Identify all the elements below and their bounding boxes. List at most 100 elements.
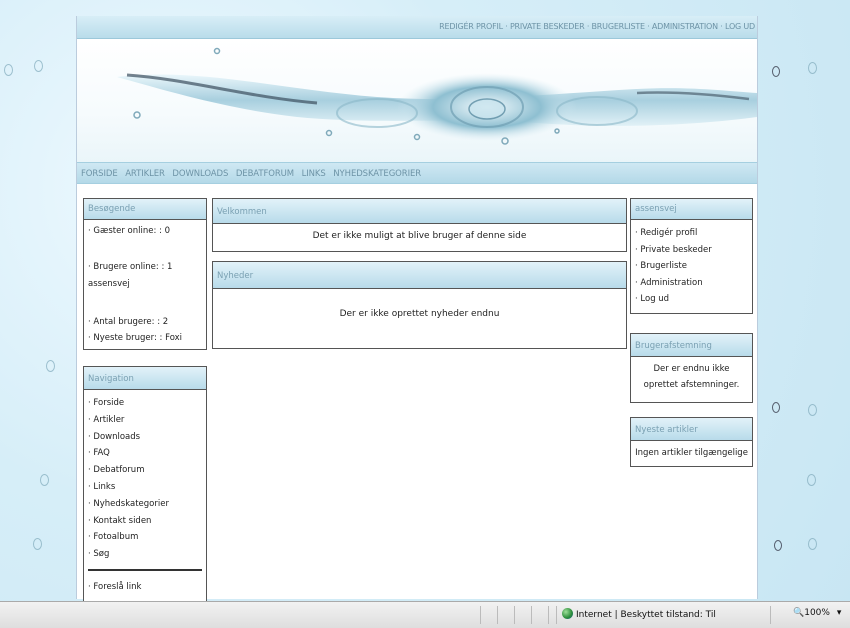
bullet-glyph: ·	[88, 226, 91, 236]
users-online-label: Brugere online: :	[93, 262, 165, 272]
bullet-glyph: ·	[88, 481, 91, 492]
navigation-panel-title: Navigation	[84, 367, 206, 390]
user-link-label: Redigér profil	[640, 228, 698, 238]
nav-item-label: Downloads	[93, 431, 141, 442]
user-panel: assensvej · Redigér profil · Private bes…	[630, 198, 753, 314]
newest-user-label: Nyeste bruger: :	[93, 333, 163, 343]
nav-link-links[interactable]: LINKS	[302, 169, 326, 179]
user-link-edit-profile[interactable]: · Redigér profil	[635, 225, 748, 242]
welcome-panel-title: Velkommen	[213, 199, 626, 224]
nav-item-label: Kontakt siden	[93, 515, 152, 526]
background-drop	[4, 64, 13, 76]
nav-item-label: Søg	[93, 549, 110, 560]
security-zone[interactable]: Internet | Beskyttet tilstand: Til	[562, 608, 716, 620]
nav-item-label: Debatforum	[93, 465, 145, 476]
nav-item-kontakt-siden[interactable]: · Kontakt siden	[88, 513, 202, 530]
total-users-label: Antal brugere: :	[93, 317, 161, 327]
bullet-glyph: ·	[88, 431, 91, 442]
news-panel-title: Nyheder	[213, 262, 626, 289]
bullet-glyph: ·	[635, 294, 638, 304]
nav-link-artikler[interactable]: ARTIKLER	[125, 169, 165, 179]
bullet-glyph: ·	[88, 532, 91, 543]
user-panel-title: assensvej	[631, 199, 752, 220]
nav-item-debatforum[interactable]: · Debatforum	[88, 462, 202, 479]
user-link-user-list[interactable]: · Brugerliste	[635, 258, 748, 275]
bullet-glyph: ·	[88, 262, 91, 272]
top-link-user-list[interactable]: BRUGERLISTE	[592, 22, 646, 31]
nav-item-label: Artikler	[93, 414, 125, 425]
bullet-glyph: ·	[88, 465, 91, 476]
nav-item-nyhedskategorier[interactable]: · Nyhedskategorier	[88, 496, 202, 513]
users-online: · Brugere online: : 1	[88, 260, 202, 274]
background-drop	[40, 474, 49, 486]
top-link-administration[interactable]: ADMINISTRATION	[652, 22, 718, 31]
nav-item-artikler[interactable]: · Artikler	[88, 412, 202, 429]
newest-user: · Nyeste bruger: : Foxi	[88, 331, 202, 345]
zoom-dropdown-arrow[interactable]: ▾	[837, 608, 842, 618]
guests-online-label: Gæster online: :	[93, 226, 162, 236]
poll-panel-title: Brugerafstemning	[631, 334, 752, 357]
bullet-glyph: ·	[88, 581, 91, 592]
user-link-label: Log ud	[640, 294, 670, 304]
top-link-separator: ·	[502, 22, 510, 31]
top-link-separator: ·	[717, 22, 725, 31]
top-link-edit-profile[interactable]: REDIGÉR PROFIL	[439, 22, 503, 31]
nav-item-downloads[interactable]: · Downloads	[88, 429, 202, 446]
zoom-icon: 🔍	[793, 608, 805, 618]
visitors-panel-title: Besøgende	[84, 199, 206, 220]
bullet-glyph: ·	[88, 448, 91, 459]
poll-panel: Brugerafstemning Der er endnu ikke opret…	[630, 333, 753, 403]
background-drop	[808, 538, 817, 550]
poll-text: Der er endnu ikke oprettet afstemninger.	[643, 364, 740, 390]
bullet-glyph: ·	[88, 414, 91, 425]
nav-item-label: FAQ	[93, 448, 110, 459]
nav-item-label: Forside	[93, 398, 125, 408]
online-user-link[interactable]: assensvej	[88, 277, 202, 291]
bullet-glyph: ·	[88, 515, 91, 526]
nav-item-links[interactable]: · Links	[88, 479, 202, 496]
nav-link-debatforum[interactable]: DEBATFORUM	[236, 169, 294, 179]
welcome-panel: Velkommen Det er ikke muligt at blive br…	[212, 198, 627, 252]
visitors-panel: Besøgende · Gæster online: : 0 · Brugere…	[83, 198, 207, 350]
nav-item-foresla-link[interactable]: · Foreslå link	[88, 579, 202, 596]
bullet-glyph: ·	[88, 333, 91, 343]
guests-online-count: 0	[164, 226, 171, 236]
nav-item-fotoalbum[interactable]: · Fotoalbum	[88, 529, 202, 546]
zoom-control[interactable]: 🔍100% ▾	[793, 608, 841, 618]
nav-item-label: Links	[93, 481, 116, 492]
main-navigation-bar: FORSIDE ARTIKLER DOWNLOADS DEBATFORUM LI…	[77, 162, 757, 184]
background-drop	[772, 402, 780, 413]
background-drop	[33, 538, 42, 550]
user-link-administration[interactable]: · Administration	[635, 275, 748, 292]
nav-item-forside[interactable]: · Forside	[88, 395, 202, 412]
nav-link-nyhedskategorier[interactable]: NYHEDSKATEGORIER	[333, 169, 421, 179]
page-container: REDIGÉR PROFIL · PRIVATE BESKEDER · BRUG…	[76, 16, 758, 603]
latest-articles-text: Ingen artikler tilgængelige	[635, 448, 748, 458]
background-drop	[808, 404, 817, 416]
bullet-glyph: ·	[635, 244, 638, 255]
latest-articles-panel-title: Nyeste artikler	[631, 418, 752, 441]
bullet-glyph: ·	[88, 398, 91, 408]
user-link-log-out[interactable]: · Log ud	[635, 291, 748, 308]
nav-link-forside[interactable]: FORSIDE	[81, 169, 118, 179]
nav-item-label: Fotoalbum	[93, 532, 139, 543]
news-panel: Nyheder Der er ikke oprettet nyheder end…	[212, 261, 627, 349]
latest-articles-panel: Nyeste artikler Ingen artikler tilgængel…	[630, 417, 753, 467]
user-link-label: Private beskeder	[640, 244, 712, 255]
user-link-private-messages[interactable]: · Private beskeder	[635, 242, 748, 259]
top-link-separator: ·	[644, 22, 652, 31]
security-zone-text: Internet | Beskyttet tilstand: Til	[576, 610, 716, 620]
newest-user-link[interactable]: Foxi	[165, 333, 182, 343]
user-link-label: Administration	[640, 277, 703, 288]
background-drop	[807, 474, 816, 486]
nav-link-downloads[interactable]: DOWNLOADS	[172, 169, 228, 179]
bullet-glyph: ·	[635, 277, 638, 288]
top-link-log-out[interactable]: LOG UD	[725, 22, 755, 31]
top-link-private-messages[interactable]: PRIVATE BESKEDER	[510, 22, 585, 31]
navigation-divider	[88, 568, 202, 571]
nav-item-sog[interactable]: · Søg	[88, 546, 202, 563]
nav-item-faq[interactable]: · FAQ	[88, 445, 202, 462]
background-drop	[34, 60, 43, 72]
browser-status-bar: Internet | Beskyttet tilstand: Til 🔍100%…	[0, 601, 850, 628]
welcome-text: Det er ikke muligt at blive bruger af de…	[312, 231, 527, 241]
